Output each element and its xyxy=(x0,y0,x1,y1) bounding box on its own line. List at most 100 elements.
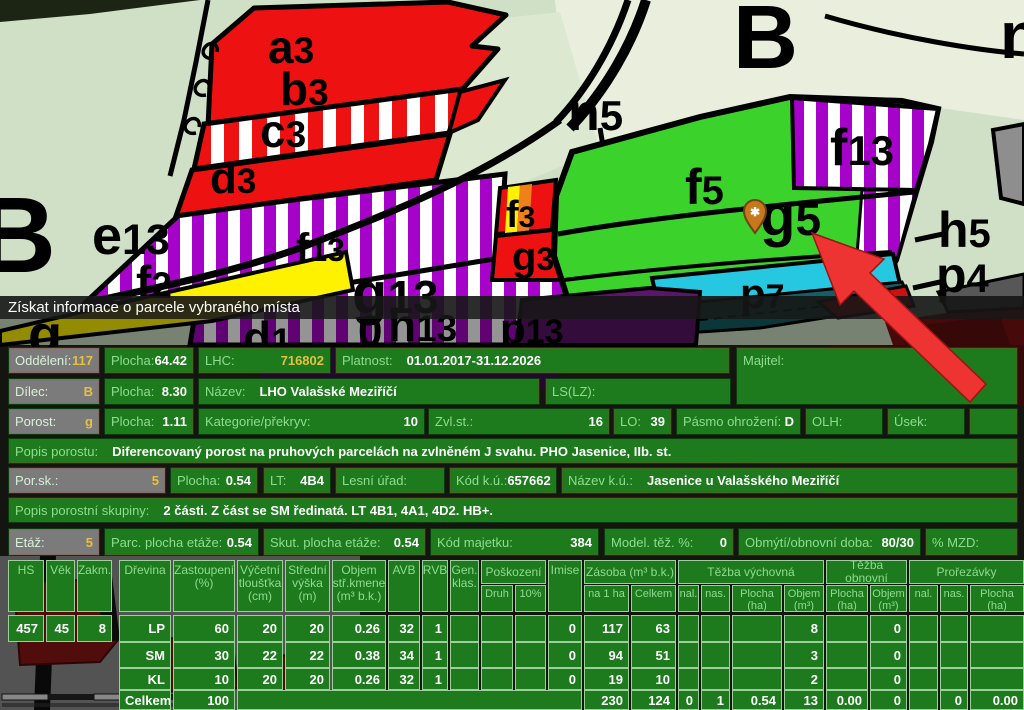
species-header-cell: Zakm. xyxy=(77,560,112,612)
cell-lo-value: 39 xyxy=(651,414,665,429)
species-cell: 32 xyxy=(388,668,420,690)
species-header-cell: RVB xyxy=(422,560,448,612)
species-header-cell: Gen. klas. xyxy=(450,560,479,612)
cell-plocha-dilec-value: 8.30 xyxy=(162,384,187,399)
species-header-cell: Plocha (ha) xyxy=(826,585,868,612)
species-header-cell: Plocha (ha) xyxy=(732,585,782,612)
species-header-cell: Výčetní tloušťka (cm) xyxy=(237,560,283,612)
species-cell: 0 xyxy=(870,690,907,710)
cell-popis-skupiny-value: 2 části. Z část se SM ředinatá. LT 4B1, … xyxy=(163,503,493,518)
cell-plocha-oddeleni: Plocha:64.42 xyxy=(104,347,194,374)
cell-oddeleni: Oddělení:117 xyxy=(8,347,100,374)
cell-zvlst: Zvl.st.:16 xyxy=(428,408,610,435)
species-cell xyxy=(481,668,513,690)
cell-lslz: LS(LZ): xyxy=(545,378,731,405)
cell-kod-majetku-value: 384 xyxy=(570,535,592,550)
cell-lesni-urad-label: Lesní úřad: xyxy=(342,473,407,488)
species-header-cell: Objem stř.kmene (m³ b.k.) xyxy=(332,560,386,612)
species-cell: 63 xyxy=(631,615,676,642)
cell-kategorie-value: 10 xyxy=(404,414,418,429)
cell-lo: LO:39 xyxy=(613,408,672,435)
species-cell: 20 xyxy=(237,615,283,642)
species-cell xyxy=(701,615,730,642)
species-header-cell: na 1 ha xyxy=(584,585,629,612)
species-header-cell: Těžba výchovná xyxy=(678,560,824,584)
species-cell xyxy=(701,642,730,668)
cell-skut-plocha: Skut. plocha etáže:0.54 xyxy=(263,528,426,556)
species-cell: 30 xyxy=(173,642,235,668)
cell-nazev-label: Název: xyxy=(205,384,245,399)
species-cell: 94 xyxy=(584,642,629,668)
species-cell: 457 xyxy=(8,615,44,642)
cell-kod-ku: Kód k.ú.:657662 xyxy=(449,467,557,494)
species-cell: 20 xyxy=(285,615,330,642)
cell-plocha-porsk: Plocha:0.54 xyxy=(170,467,258,494)
cell-plocha-dilec: Plocha: 8.30 xyxy=(104,378,194,405)
species-cell: 117 xyxy=(584,615,629,642)
cell-nazev-value: LHO Valašské Meziříčí xyxy=(259,384,396,399)
cell-lslz-label: LS(LZ): xyxy=(552,384,595,399)
species-cell: 0.26 xyxy=(332,668,386,690)
cell-etaz-label: Etáž: xyxy=(15,535,45,550)
cell-pasmo-label: Pásmo ohrožení: xyxy=(683,414,781,429)
map-viewer-window: Ba3b3c3d3e13f2f13g13h13p13gd10n5Bnf5g5f3… xyxy=(0,0,1024,710)
species-cell: 3 xyxy=(784,642,824,668)
cell-majitel: Majitel: xyxy=(736,347,1018,405)
species-cell xyxy=(515,615,546,642)
species-header-cell: HS xyxy=(8,560,44,612)
cell-popis-porostu: Popis porostu:Diferencovaný porost na pr… xyxy=(8,438,1018,464)
cell-porsk-label: Por.sk.: xyxy=(15,473,58,488)
species-cell: 0 xyxy=(678,690,699,710)
cell-lt-value: 4B4 xyxy=(300,473,324,488)
species-cell xyxy=(826,615,868,642)
species-cell: 34 xyxy=(388,642,420,668)
cell-kod-majetku-label: Kód majetku: xyxy=(437,535,513,550)
species-cell: 0.00 xyxy=(970,690,1024,710)
species-header-cell: Těžba obnovní xyxy=(826,560,907,584)
species-cell: 0 xyxy=(548,615,582,642)
cell-parc-plocha-value: 0.54 xyxy=(227,535,252,550)
species-header-cell: Objem (m³) xyxy=(870,585,907,612)
species-cell xyxy=(732,615,782,642)
species-cell xyxy=(450,642,479,668)
species-cell: 1 xyxy=(422,642,448,668)
species-cell: 0 xyxy=(870,668,907,690)
species-header-cell: Zastoupení (%) xyxy=(173,560,235,612)
species-header-cell: Imise xyxy=(548,560,582,612)
cell-porsk: Por.sk.: 5 xyxy=(8,467,166,494)
cell-empty xyxy=(969,408,1018,435)
species-cell xyxy=(970,668,1024,690)
cell-usek-label: Úsek: xyxy=(894,414,927,429)
species-header-cell: Prořezávky xyxy=(909,560,1024,584)
species-cell: 22 xyxy=(285,642,330,668)
cell-pasmo-value: D xyxy=(785,414,794,429)
species-header-cell: nas. xyxy=(701,585,730,612)
cell-model-tez-label: Model. těž. %: xyxy=(611,535,693,550)
species-cell xyxy=(909,615,938,642)
cell-zvlst-value: 16 xyxy=(589,414,603,429)
cell-obmyti-label: Obmýtí/obnovní doba: xyxy=(745,535,873,550)
species-cell: 45 xyxy=(46,615,75,642)
species-header-cell: Dřevina xyxy=(119,560,171,612)
cell-porsk-value: 5 xyxy=(152,473,159,488)
species-cell xyxy=(678,642,699,668)
species-header-cell: 10% xyxy=(515,585,546,612)
cell-platnost-value: 01.01.2017-31.12.2026 xyxy=(407,353,541,368)
species-cell xyxy=(970,642,1024,668)
species-cell: 0 xyxy=(870,615,907,642)
cell-porost: Porost:g xyxy=(8,408,100,435)
species-cell: 1 xyxy=(422,668,448,690)
species-header-cell: Celkem xyxy=(631,585,676,612)
species-cell: 60 xyxy=(173,615,235,642)
cell-parc-plocha-label: Parc. plocha etáže: xyxy=(111,535,222,550)
cell-mzd-label: % MZD: xyxy=(932,535,979,550)
cell-plocha-dilec-label: Plocha: xyxy=(111,384,154,399)
cell-etaz: Etáž:5 xyxy=(8,528,100,556)
species-cell xyxy=(826,642,868,668)
species-cell xyxy=(940,642,968,668)
species-cell: 19 xyxy=(584,668,629,690)
species-cell: 0.00 xyxy=(826,690,868,710)
cell-plocha-porost: Plocha:1.11 xyxy=(104,408,194,435)
species-cell: 0 xyxy=(870,642,907,668)
species-cell: 1 xyxy=(422,615,448,642)
